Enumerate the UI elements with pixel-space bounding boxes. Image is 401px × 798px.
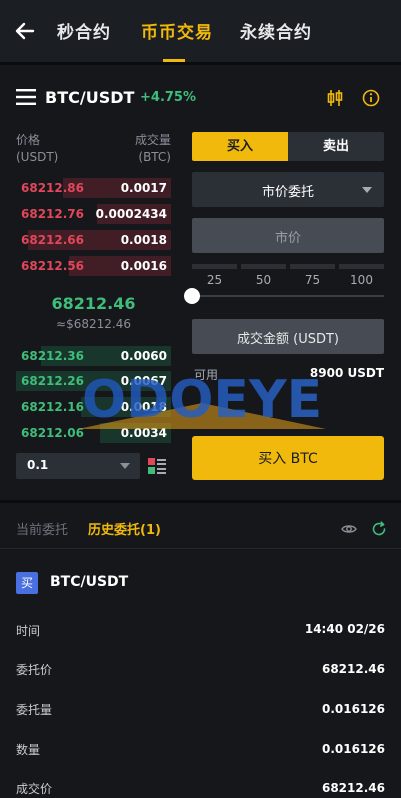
back-arrow-icon[interactable] bbox=[14, 20, 36, 42]
tab-order-history[interactable]: 历史委托(1) bbox=[88, 519, 161, 538]
ask-price: 68212.86 bbox=[21, 181, 85, 195]
ask-row[interactable]: 68212.86 0.0017 bbox=[16, 178, 171, 198]
order-detail-label: 成交价 bbox=[16, 782, 53, 796]
order-type-value: 市价委托 bbox=[261, 185, 314, 200]
sell-tab[interactable]: 卖出 bbox=[288, 132, 384, 161]
last-price-usd: ≈$68212.46 bbox=[56, 317, 131, 331]
order-detail-label: 委托量 bbox=[16, 703, 53, 717]
order-detail-value: 68212.46 bbox=[321, 662, 385, 676]
buy-submit-button[interactable]: 买入 BTC bbox=[192, 436, 384, 480]
order-pair[interactable]: BTC/USDT bbox=[50, 574, 128, 590]
ask-row[interactable]: 68212.56 0.0016 bbox=[16, 256, 171, 276]
pair-symbol[interactable]: BTC/USDT bbox=[45, 88, 134, 107]
available-value: 8900 USDT bbox=[309, 366, 384, 380]
ask-qty: 0.0017 bbox=[120, 181, 167, 195]
orderbook-layout-icon[interactable] bbox=[147, 456, 167, 476]
tab-current-orders[interactable]: 当前委托 bbox=[16, 519, 68, 538]
amount-slider-track[interactable] bbox=[192, 295, 384, 297]
bid-price: 68212.16 bbox=[21, 400, 85, 414]
depth-precision-value: 0.1 bbox=[27, 458, 49, 472]
top-nav: 秒合约 币币交易 永续合约 bbox=[0, 0, 401, 62]
bid-row[interactable]: 68212.16 0.0018 bbox=[16, 397, 171, 417]
bid-qty: 0.0034 bbox=[120, 426, 167, 440]
bid-price: 68212.26 bbox=[21, 374, 85, 388]
ask-price: 68212.56 bbox=[21, 259, 85, 273]
buy-submit-label: 买入 BTC bbox=[258, 451, 318, 467]
percent-label-25[interactable]: 25 bbox=[192, 273, 237, 287]
menu-icon[interactable] bbox=[16, 89, 36, 105]
last-price: 68212.46 bbox=[51, 294, 136, 313]
depth-precision-select[interactable]: 0.1 bbox=[16, 453, 140, 479]
bid-row[interactable]: 68212.06 0.0034 bbox=[16, 423, 171, 443]
buy-tab[interactable]: 买入 bbox=[192, 132, 288, 161]
order-detail-value: 68212.46 bbox=[321, 781, 385, 795]
order-detail-value: 0.016126 bbox=[321, 702, 385, 716]
percent-segment[interactable] bbox=[290, 264, 335, 269]
bid-price: 68212.06 bbox=[21, 426, 85, 440]
bid-row[interactable]: 68212.36 0.0060 bbox=[16, 346, 171, 366]
trade-amount-input[interactable]: 成交金额 (USDT) bbox=[192, 319, 384, 354]
qty-header-unit: (BTC) bbox=[138, 150, 171, 164]
bid-qty: 0.0018 bbox=[120, 400, 167, 414]
ask-qty: 0.0018 bbox=[120, 233, 167, 247]
price-header-label: 价格 bbox=[16, 133, 41, 147]
percent-segment[interactable] bbox=[339, 264, 384, 269]
refresh-icon[interactable] bbox=[371, 521, 387, 537]
eye-icon[interactable] bbox=[341, 521, 357, 537]
ask-qty: 0.0002434 bbox=[95, 207, 167, 221]
chevron-down-icon bbox=[120, 463, 130, 469]
pair-change: +4.75% bbox=[140, 90, 196, 105]
order-detail-label: 时间 bbox=[16, 624, 41, 638]
percent-segment[interactable] bbox=[241, 264, 286, 269]
price-input[interactable]: 市价 bbox=[192, 218, 384, 253]
price-header-unit: (USDT) bbox=[16, 150, 59, 164]
bid-row[interactable]: 68212.26 0.0067 bbox=[16, 371, 171, 391]
order-detail-label: 数量 bbox=[16, 743, 41, 757]
percent-label-100[interactable]: 100 bbox=[339, 273, 384, 287]
chevron-down-icon bbox=[362, 187, 372, 193]
qty-header-label: 成交量 bbox=[134, 133, 171, 147]
amount-slider-thumb[interactable] bbox=[184, 288, 200, 304]
bid-qty: 0.0060 bbox=[120, 349, 167, 363]
price-placeholder: 市价 bbox=[274, 231, 301, 246]
ask-price: 68212.76 bbox=[21, 207, 85, 221]
tab-seconds-contract[interactable]: 秒合约 bbox=[57, 18, 111, 43]
percent-segment[interactable] bbox=[192, 264, 237, 269]
percent-label-75[interactable]: 75 bbox=[290, 273, 335, 287]
ask-qty: 0.0016 bbox=[120, 259, 167, 273]
order-side-badge: 买 bbox=[16, 572, 38, 594]
tab-spot-trading[interactable]: 币币交易 bbox=[141, 18, 213, 43]
bid-qty: 0.0067 bbox=[120, 374, 167, 388]
order-detail-value: 14:40 02/26 bbox=[304, 622, 385, 636]
order-detail-label: 委托价 bbox=[16, 663, 53, 677]
order-type-select[interactable]: 市价委托 bbox=[192, 172, 384, 207]
available-label: 可用 bbox=[194, 368, 219, 382]
info-icon[interactable] bbox=[362, 89, 380, 107]
ask-row[interactable]: 68212.76 0.0002434 bbox=[16, 204, 171, 224]
tab-perpetual-contract[interactable]: 永续合约 bbox=[240, 18, 312, 43]
bid-price: 68212.36 bbox=[21, 349, 85, 363]
price-column-header: 价格 (USDT) bbox=[16, 132, 58, 166]
ask-row[interactable]: 68212.66 0.0018 bbox=[16, 230, 171, 250]
candlestick-chart-icon[interactable] bbox=[326, 89, 344, 107]
order-detail-value: 0.016126 bbox=[321, 742, 385, 756]
ask-price: 68212.66 bbox=[21, 233, 85, 247]
percent-label-50[interactable]: 50 bbox=[241, 273, 286, 287]
qty-column-header: 成交量 (BTC) bbox=[135, 132, 171, 166]
trade-amount-label: 成交金额 (USDT) bbox=[237, 332, 339, 347]
